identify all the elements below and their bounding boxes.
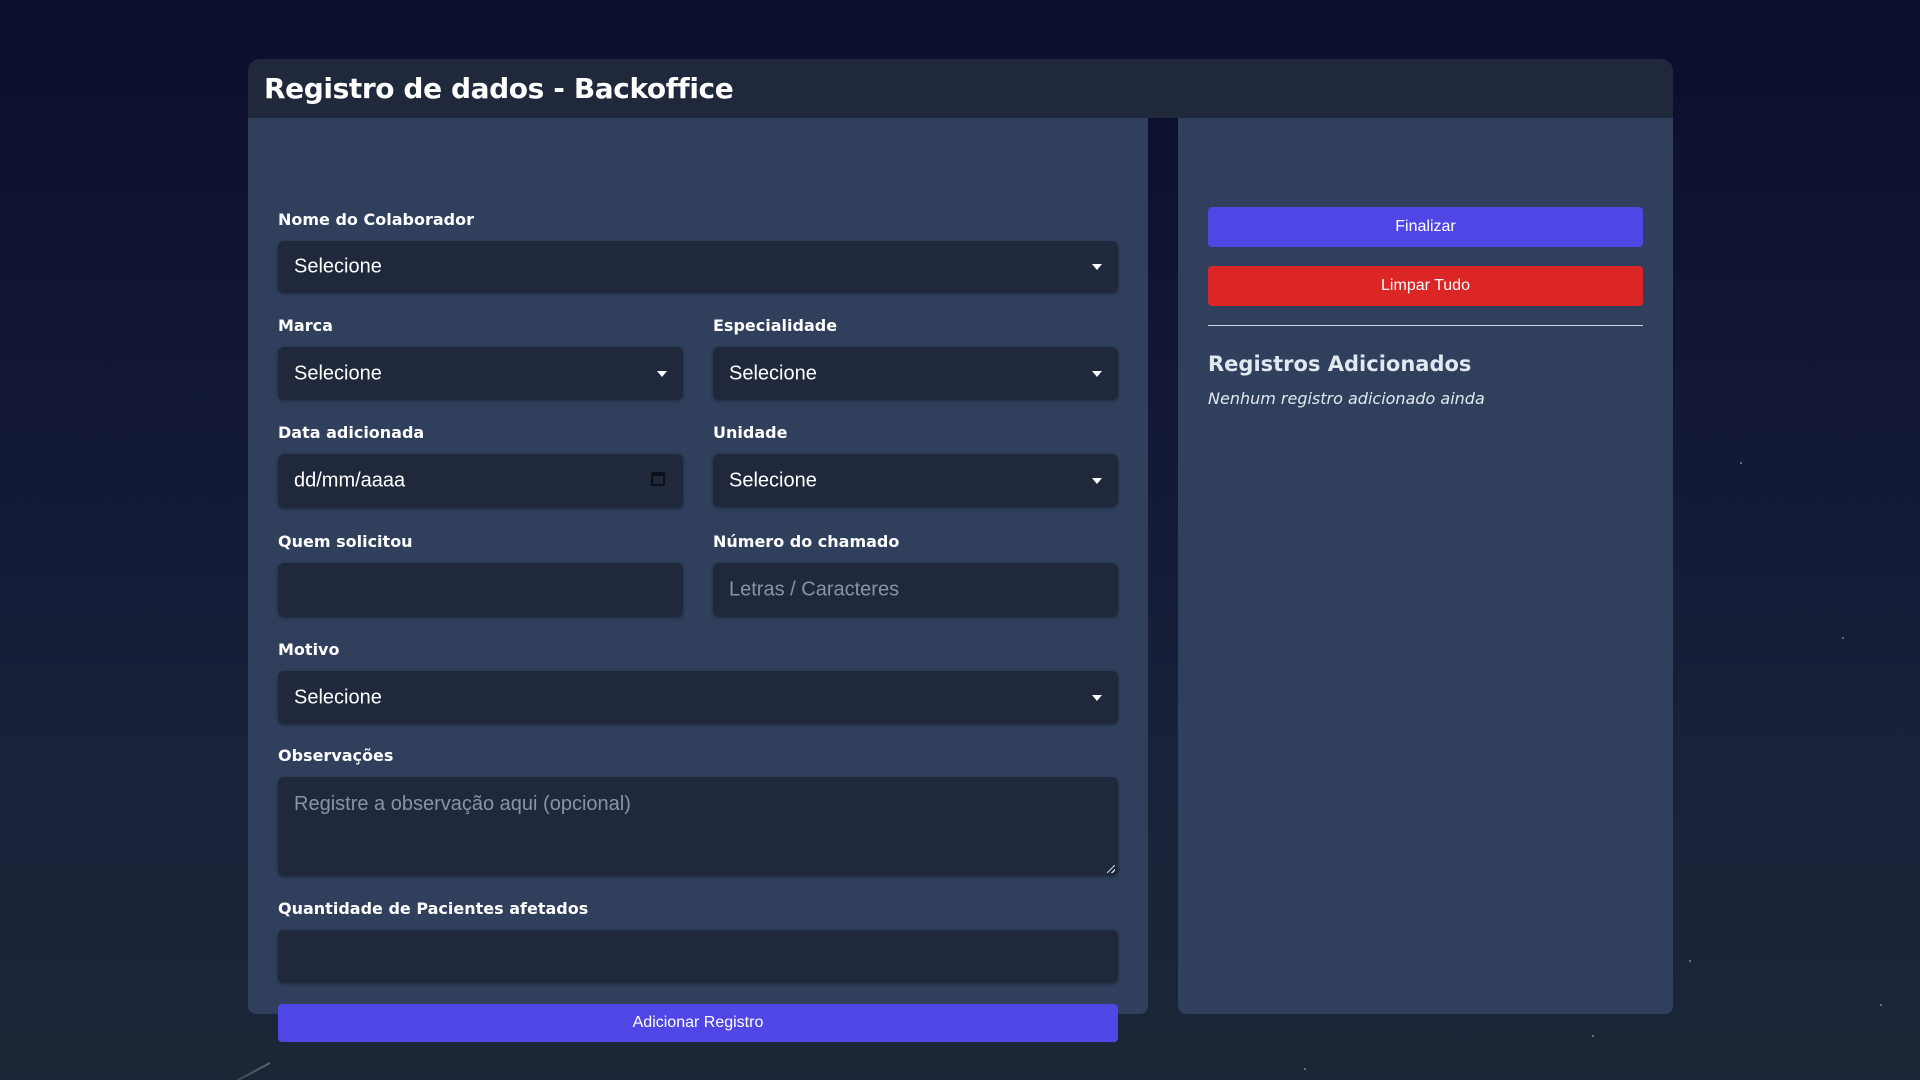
data-label: Data adicionada [278, 423, 425, 442]
unidade-select[interactable]: Selecione [713, 454, 1118, 507]
chevron-down-icon [1092, 370, 1102, 377]
colaborador-label: Nome do Colaborador [278, 210, 474, 229]
records-panel: Finalizar Limpar Tudo Registros Adiciona… [1178, 118, 1673, 1014]
chamado-label: Número do chamado [713, 532, 900, 551]
date-input[interactable]: dd/mm/aaaa [278, 454, 683, 508]
divider [1208, 325, 1643, 326]
calendar-icon[interactable] [651, 472, 665, 486]
resize-handle-icon[interactable] [1107, 865, 1115, 873]
observacoes-label: Observações [278, 746, 394, 765]
chevron-down-icon [1092, 694, 1102, 701]
records-empty-message: Nenhum registro adicionado ainda [1208, 389, 1485, 408]
especialidade-select-value: Selecione [729, 362, 817, 384]
observacoes-textarea[interactable]: Registre a observação aqui (opcional) [278, 777, 1118, 876]
clear-all-button[interactable]: Limpar Tudo [1208, 266, 1643, 306]
especialidade-select[interactable]: Selecione [713, 347, 1118, 400]
solicitante-input[interactable] [278, 563, 683, 617]
quantidade-input[interactable] [278, 930, 1118, 983]
chamado-input-placeholder: Letras / Caracteres [729, 578, 900, 601]
motivo-select[interactable]: Selecione [278, 671, 1118, 724]
unidade-label: Unidade [713, 423, 788, 442]
observacoes-textarea-placeholder: Registre a observação aqui (opcional) [294, 793, 631, 815]
marca-label: Marca [278, 316, 333, 335]
shooting-star [198, 1062, 271, 1080]
finalize-button[interactable]: Finalizar [1208, 207, 1643, 247]
chevron-down-icon [1092, 477, 1102, 484]
chevron-down-icon [1092, 264, 1102, 270]
motivo-label: Motivo [278, 640, 340, 659]
marca-select[interactable]: Selecione [278, 347, 683, 400]
unidade-select-value: Selecione [729, 469, 817, 491]
colaborador-select-value: Selecione [294, 255, 382, 278]
add-record-button[interactable]: Adicionar Registro [278, 1004, 1118, 1042]
motivo-select-value: Selecione [294, 686, 382, 708]
chevron-down-icon [657, 370, 667, 377]
marca-select-value: Selecione [294, 362, 382, 384]
records-title: Registros Adicionados [1208, 352, 1472, 376]
form-panel: Nome do Colaborador Selecione Marca Sele… [248, 118, 1148, 1042]
backoffice-app: Registro de dados - Backoffice Nome do C… [248, 59, 1673, 1042]
date-input-placeholder: dd/mm/aaaa [294, 469, 406, 492]
solicitante-label: Quem solicitou [278, 532, 413, 551]
colaborador-select[interactable]: Selecione [278, 241, 1118, 293]
chamado-input[interactable]: Letras / Caracteres [713, 563, 1118, 617]
quantidade-label: Quantidade de Pacientes afetados [278, 899, 589, 918]
especialidade-label: Especialidade [713, 316, 838, 335]
app-header: Registro de dados - Backoffice [248, 59, 1673, 118]
page-title: Registro de dados - Backoffice [264, 72, 734, 105]
